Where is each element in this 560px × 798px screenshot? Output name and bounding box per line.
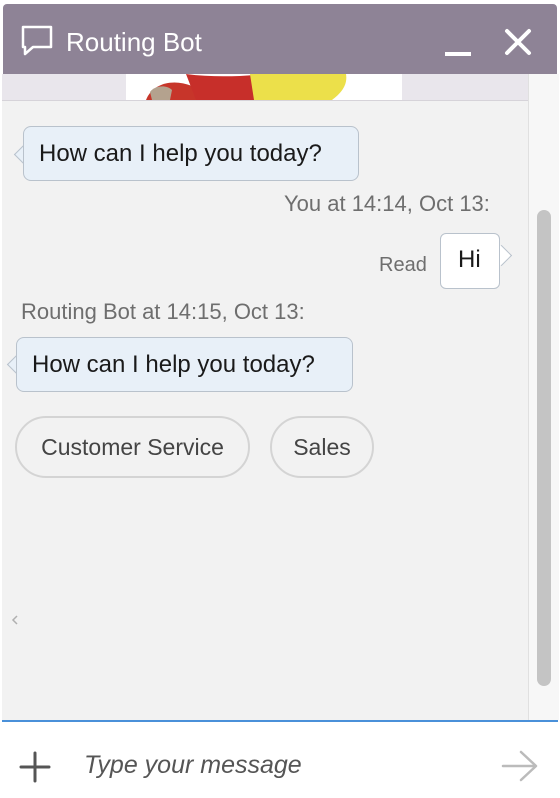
bot-message-bubble: How can I help you today? — [23, 126, 359, 181]
user-message-bubble: Hi — [440, 233, 500, 289]
message-composer — [2, 720, 558, 798]
chat-title: Routing Bot — [66, 27, 202, 57]
plus-icon — [19, 751, 51, 783]
read-status: Read — [379, 254, 427, 276]
bot-message-text: How can I help you today? — [32, 351, 315, 378]
chat-window: Routing Bot How can I help you today? Yo… — [0, 0, 560, 798]
close-icon — [505, 29, 531, 55]
chat-header: Routing Bot — [3, 4, 557, 74]
bot-message-bubble: How can I help you today? — [16, 337, 353, 392]
bot-message-text: How can I help you today? — [39, 140, 322, 167]
minimize-button[interactable] — [439, 22, 475, 58]
user-message-meta: You at 14:14, Oct 13: — [284, 191, 490, 216]
minimize-icon — [445, 52, 471, 56]
send-arrow-icon — [501, 750, 538, 782]
chat-bubble-icon — [20, 24, 54, 58]
send-button[interactable] — [500, 748, 540, 784]
message-list[interactable]: How can I help you today? You at 14:14, … — [2, 74, 528, 720]
user-message-text: Hi — [458, 246, 481, 273]
scrollbar-thumb[interactable] — [537, 210, 551, 686]
banner — [2, 74, 528, 101]
caret-left-icon — [11, 615, 18, 625]
bot-message-meta: Routing Bot at 14:15, Oct 13: — [21, 299, 305, 324]
quick-reply-sales[interactable]: Sales — [270, 416, 374, 478]
quick-reply-customer-service[interactable]: Customer Service — [15, 416, 250, 478]
close-button[interactable] — [498, 24, 538, 64]
banner-image — [126, 74, 402, 100]
attach-button[interactable] — [18, 750, 52, 784]
message-input[interactable] — [82, 742, 486, 788]
